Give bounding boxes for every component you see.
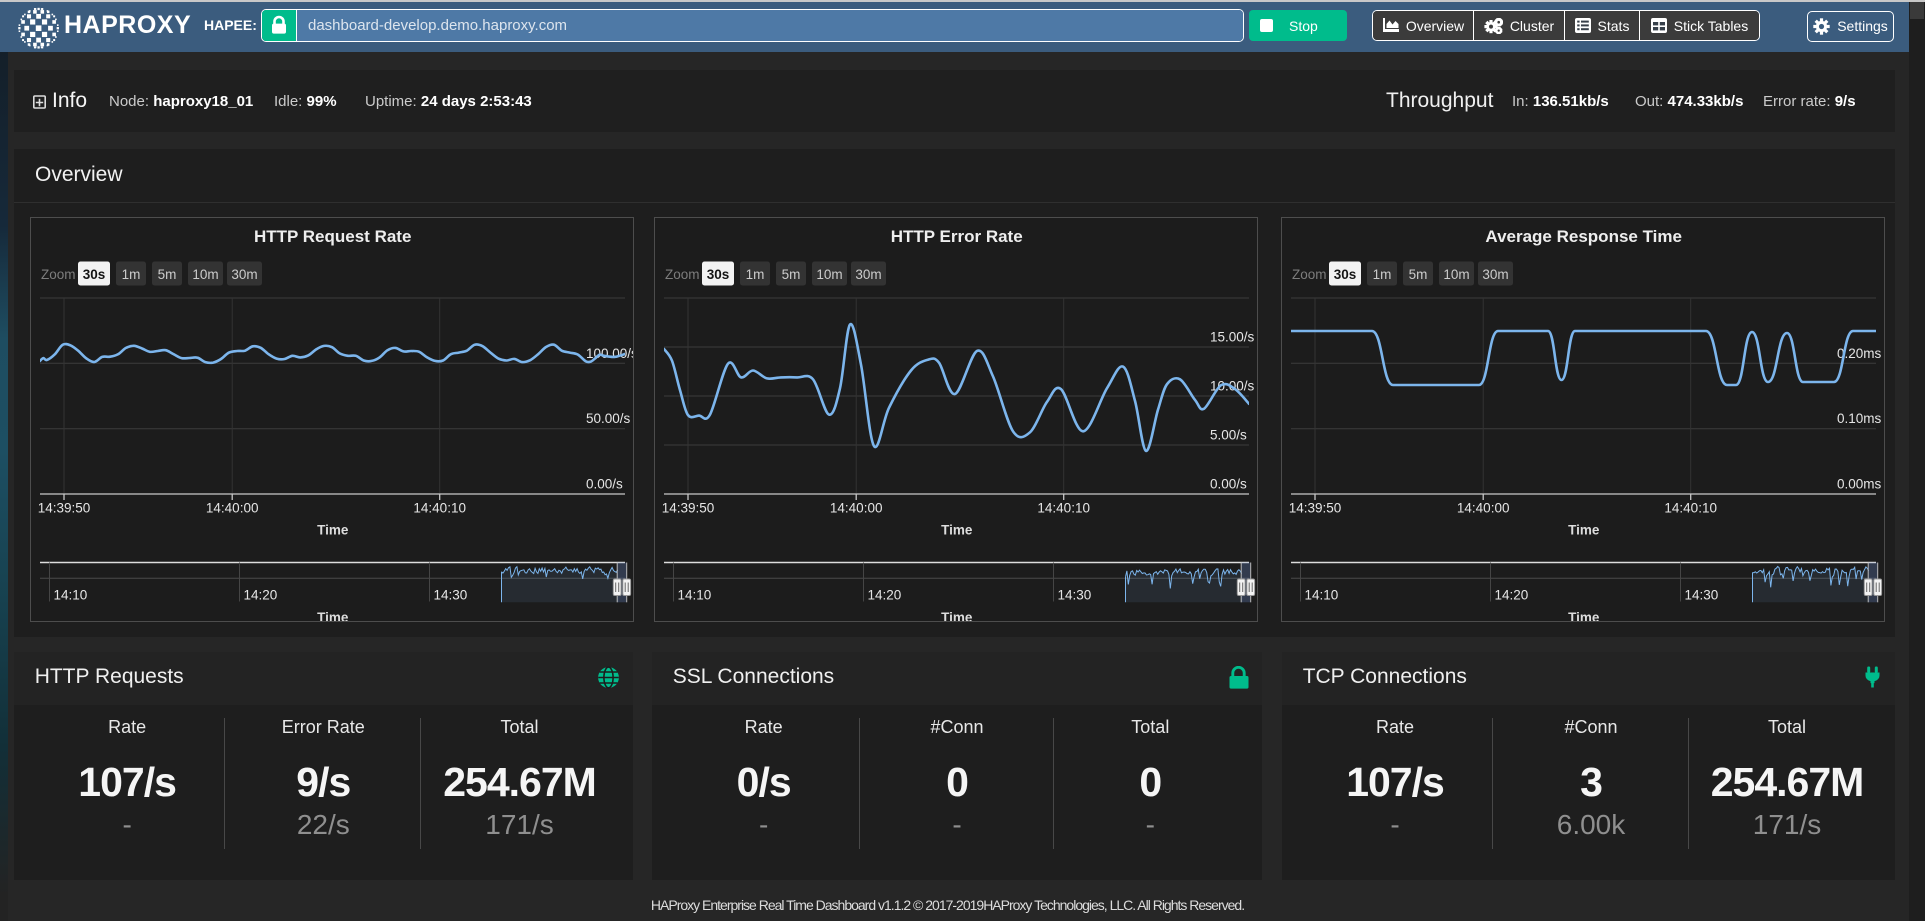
svg-text:Average Response Time: Average Response Time <box>1485 227 1682 246</box>
svg-text:30m: 30m <box>1482 267 1508 282</box>
svg-text:14:40:00: 14:40:00 <box>830 501 883 516</box>
svg-text:14:39:50: 14:39:50 <box>1289 501 1342 516</box>
svg-text:HTTP Error Rate: HTTP Error Rate <box>891 227 1023 246</box>
svg-text:14:40:00: 14:40:00 <box>1457 501 1510 516</box>
svg-text:14:40:10: 14:40:10 <box>1664 501 1717 516</box>
svg-text:14:10: 14:10 <box>678 588 712 603</box>
svg-text:1m: 1m <box>746 267 765 282</box>
svg-text:10m: 10m <box>1443 267 1469 282</box>
svg-text:5m: 5m <box>1409 267 1428 282</box>
svg-text:14:40:10: 14:40:10 <box>1037 501 1090 516</box>
svg-text:14:20: 14:20 <box>1495 588 1529 603</box>
svg-text:Time: Time <box>1568 610 1600 622</box>
svg-text:HTTP Request Rate: HTTP Request Rate <box>254 227 411 246</box>
svg-text:30s: 30s <box>707 267 730 282</box>
svg-text:10m: 10m <box>192 267 218 282</box>
svg-text:Time: Time <box>941 610 973 622</box>
svg-text:1m: 1m <box>1373 267 1392 282</box>
svg-text:14:20: 14:20 <box>868 588 902 603</box>
svg-text:14:39:50: 14:39:50 <box>662 501 715 516</box>
svg-text:14:20: 14:20 <box>244 588 278 603</box>
svg-text:30m: 30m <box>855 267 881 282</box>
svg-text:Time: Time <box>1568 523 1600 538</box>
svg-text:14:30: 14:30 <box>1685 588 1719 603</box>
svg-text:0.00/s: 0.00/s <box>586 477 623 492</box>
svg-text:14:39:50: 14:39:50 <box>38 501 91 516</box>
svg-text:Zoom: Zoom <box>665 267 700 282</box>
svg-text:0.00/s: 0.00/s <box>1210 477 1247 492</box>
svg-text:14:40:00: 14:40:00 <box>206 501 259 516</box>
svg-text:10m: 10m <box>816 267 842 282</box>
svg-text:0.00ms: 0.00ms <box>1837 477 1882 492</box>
svg-text:15.00/s: 15.00/s <box>1210 330 1255 345</box>
svg-text:5m: 5m <box>782 267 801 282</box>
svg-text:Zoom: Zoom <box>1292 267 1327 282</box>
svg-text:Zoom: Zoom <box>41 267 76 282</box>
svg-text:50.00/s: 50.00/s <box>586 411 631 426</box>
svg-text:14:40:10: 14:40:10 <box>413 501 466 516</box>
svg-text:Time: Time <box>317 523 349 538</box>
svg-text:14:10: 14:10 <box>1305 588 1339 603</box>
svg-text:14:10: 14:10 <box>54 588 88 603</box>
svg-text:14:30: 14:30 <box>1058 588 1092 603</box>
svg-text:30s: 30s <box>83 267 106 282</box>
svg-text:Time: Time <box>941 523 973 538</box>
svg-text:5.00/s: 5.00/s <box>1210 428 1247 443</box>
svg-text:14:30: 14:30 <box>434 588 468 603</box>
svg-text:30s: 30s <box>1334 267 1357 282</box>
svg-text:1m: 1m <box>122 267 141 282</box>
svg-text:5m: 5m <box>158 267 177 282</box>
svg-text:Time: Time <box>317 610 349 622</box>
svg-text:30m: 30m <box>231 267 257 282</box>
svg-text:0.10ms: 0.10ms <box>1837 411 1882 426</box>
